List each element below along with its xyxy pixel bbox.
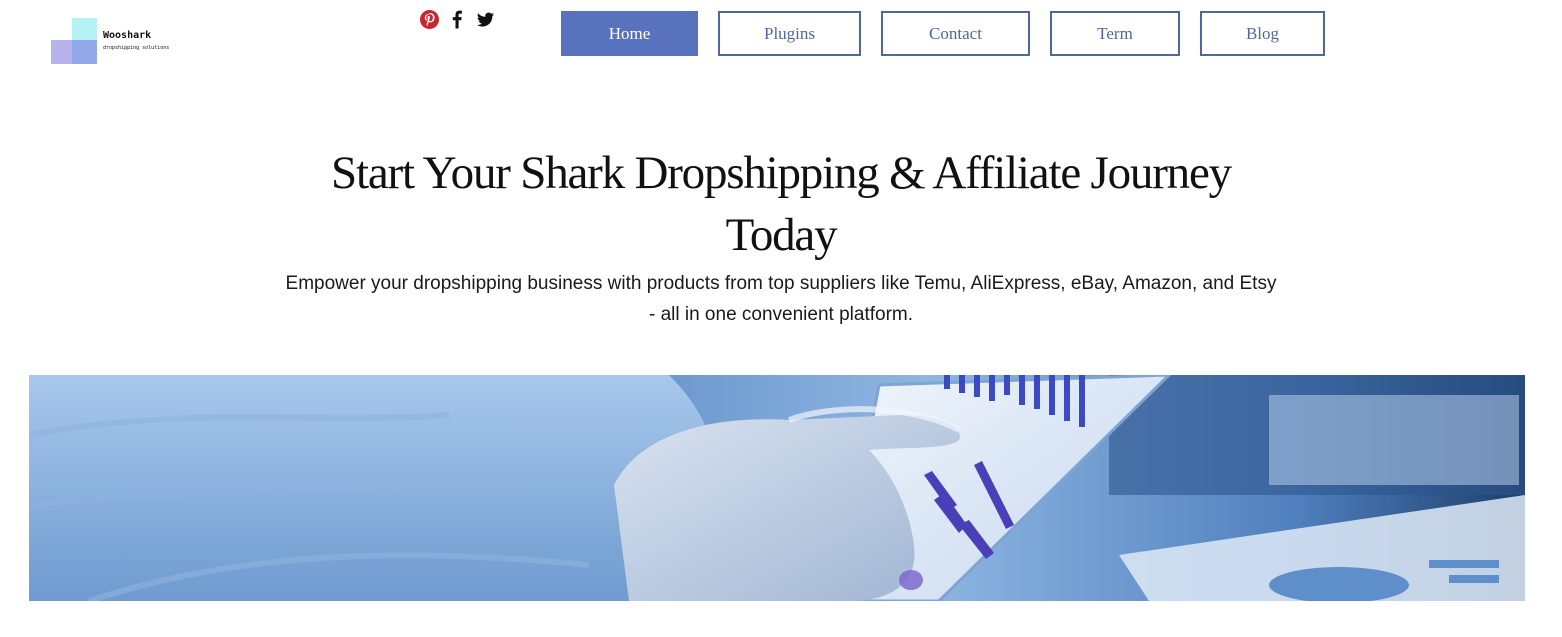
hero-title: Start Your Shark Dropshipping & Affiliat…: [331, 147, 1232, 261]
nav-term-button[interactable]: Term: [1050, 11, 1180, 56]
nav-plugins-button[interactable]: Plugins: [718, 11, 861, 56]
hero-banner-image: [29, 375, 1525, 601]
logo-tagline: dropshipping solutions: [103, 45, 170, 51]
social-bar: [420, 10, 495, 29]
logo-mark-square-overlap: [72, 40, 97, 64]
site-logo[interactable]: Wooshark dropshipping solutions: [51, 18, 191, 66]
twitter-icon[interactable]: [476, 10, 495, 29]
hero-subtitle: Empower your dropshipping business with …: [285, 273, 1277, 325]
logo-name: Wooshark: [103, 30, 152, 41]
pinterest-icon[interactable]: [420, 10, 439, 29]
nav-blog-button[interactable]: Blog: [1200, 11, 1325, 56]
nav-contact-button[interactable]: Contact: [881, 11, 1030, 56]
nav-home-button[interactable]: Home: [561, 11, 698, 56]
facebook-icon[interactable]: [448, 10, 467, 29]
